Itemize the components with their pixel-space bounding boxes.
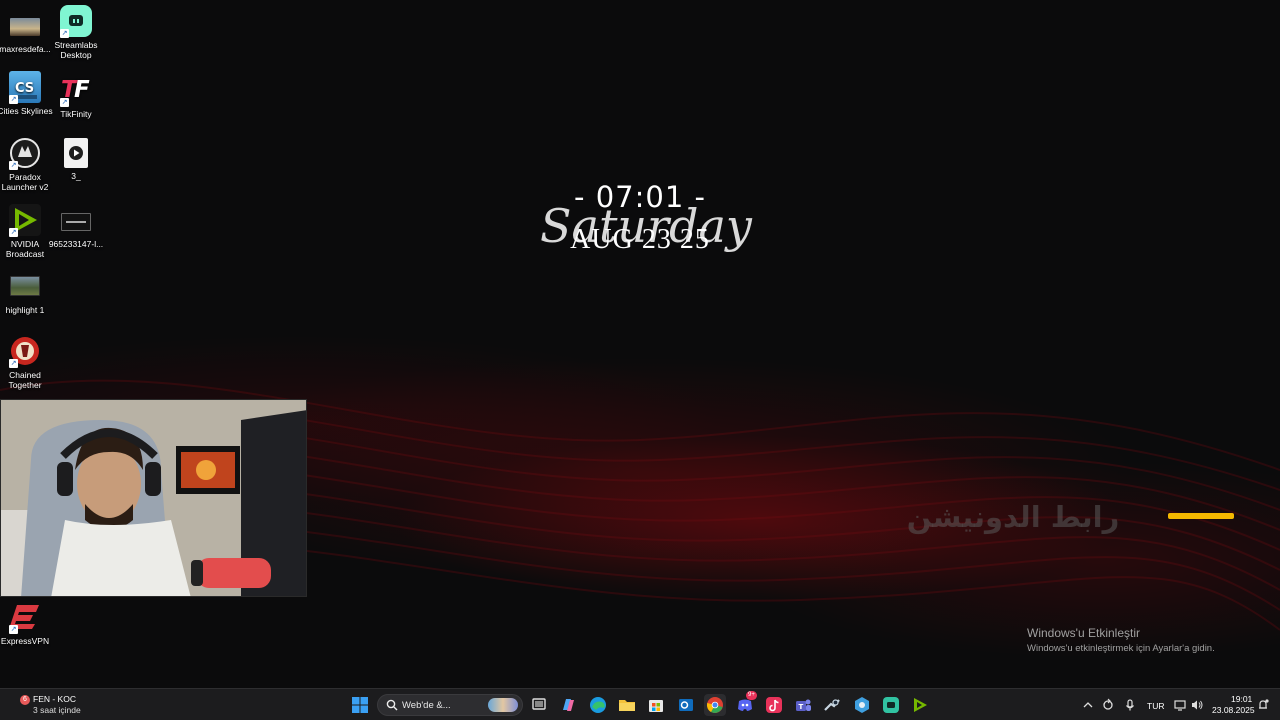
desktop-icon-tikfinity[interactable]: TF ↗ TikFinity	[46, 74, 106, 119]
activation-title: Windows'u Etkinleştir	[1027, 626, 1140, 640]
task-view-button[interactable]	[528, 694, 550, 716]
task-view-icon	[532, 698, 546, 710]
outlook-button[interactable]	[675, 694, 697, 716]
start-icon	[352, 697, 368, 713]
chevron-up-icon[interactable]	[1081, 698, 1095, 712]
desktop-icon-label: Streamlabs Desktop	[54, 40, 98, 60]
edge-icon	[590, 697, 606, 713]
desktop-icon-965233147[interactable]: 965233147-l...	[46, 207, 106, 249]
activation-subtitle: Windows'u etkinleştirmek için Ayarlar'a …	[1027, 643, 1215, 654]
svg-text:CS: CS	[15, 81, 34, 96]
clock-widget: - 07:01 - Saturday AUG 23 25	[540, 180, 752, 256]
steam-icon	[824, 699, 840, 711]
steam-button[interactable]	[821, 694, 843, 716]
search-placeholder: Web'de &...	[402, 700, 451, 711]
desktop-icon-label: Chained Together	[8, 370, 42, 390]
streamlabs-taskbar-button[interactable]	[880, 694, 902, 716]
expressvpn-icon: ↗	[9, 601, 41, 634]
tiktok-button[interactable]	[763, 694, 785, 716]
desktop-icon-label: ExpressVPN	[0, 636, 50, 646]
image-file-icon	[10, 18, 40, 36]
settings-app-button[interactable]	[851, 694, 873, 716]
start-button[interactable]	[349, 694, 371, 716]
file-explorer-icon	[619, 700, 635, 711]
nvidia-broadcast-icon: ↗	[9, 204, 41, 237]
notification-bell-icon[interactable]	[1256, 698, 1270, 712]
donation-link-text: رابط الدونيشن	[906, 500, 1120, 534]
desktop-icon-label: highlight 1	[5, 305, 45, 315]
chrome-icon	[706, 697, 723, 713]
video-file-icon	[64, 138, 88, 168]
nvidia-app-button[interactable]	[909, 694, 931, 716]
weather-widget[interactable]: 6 FEN - KOC 3 saat içinde	[18, 693, 98, 717]
windows-activation-watermark: Windows'u Etkinleştir Windows'u etkinleş…	[1027, 626, 1267, 654]
desktop-icon-label: 3_	[71, 171, 81, 181]
network-icon[interactable]	[1173, 698, 1187, 712]
taskbar-search-box[interactable]: Web'de &...	[377, 694, 523, 716]
taskbar-clock-date[interactable]: 23.08.2025	[1212, 705, 1255, 715]
copilot-icon	[563, 699, 574, 711]
streamlabs-icon: ↗	[60, 5, 92, 38]
desktop-icon-highlight-1[interactable]: highlight 1	[0, 276, 55, 315]
edge-button[interactable]	[587, 694, 609, 716]
video-thumbnail-icon	[10, 276, 40, 296]
webcam-feed-image	[1, 400, 306, 596]
language-indicator[interactable]: TUR	[1147, 701, 1164, 711]
tikfinity-icon: TF ↗	[60, 77, 90, 107]
desktop-icon-label: TikFinity	[60, 109, 92, 119]
discord-notification-badge: 9+	[746, 691, 757, 700]
desktop-icon-streamlabs[interactable]: ↗ Streamlabs Desktop	[46, 5, 106, 60]
microphone-icon[interactable]	[1123, 698, 1137, 712]
file-explorer-button[interactable]	[616, 694, 638, 716]
taskbar: 6 FEN - KOC 3 saat içinde Web'de &... 9+…	[0, 688, 1280, 720]
cities-skylines-icon: CS ↗	[9, 71, 41, 104]
microsoft-store-icon	[649, 700, 663, 712]
video-thumbnail-icon	[61, 213, 91, 231]
tiktok-icon	[766, 697, 782, 713]
nvidia-app-icon	[914, 698, 927, 712]
search-icon	[386, 699, 398, 711]
teams-button[interactable]: T	[792, 694, 814, 716]
weather-title: FEN - KOC	[33, 694, 76, 704]
microsoft-store-button[interactable]	[645, 694, 667, 716]
desktop-icon-chained-together[interactable]: ↗ Chained Together	[0, 335, 55, 390]
weather-subtitle: 3 saat içinde	[33, 705, 81, 715]
desktop-icon-label: 965233147-l...	[48, 239, 104, 249]
search-highlight-icon	[488, 698, 518, 712]
sync-icon[interactable]	[1101, 698, 1115, 712]
desktop-icon-3[interactable]: 3_	[46, 138, 106, 181]
settings-app-icon	[855, 697, 869, 713]
webcam-overlay	[0, 399, 307, 597]
discord-button[interactable]: 9+	[734, 691, 757, 716]
teams-icon: T	[796, 699, 811, 711]
svg-text:F: F	[74, 77, 90, 102]
svg-text:T: T	[799, 703, 804, 711]
accent-bar	[1168, 513, 1234, 519]
volume-icon[interactable]	[1190, 698, 1204, 712]
taskbar-clock-time[interactable]: 19:01	[1231, 694, 1252, 704]
paradox-launcher-icon: ↗	[9, 137, 41, 170]
weather-alert-icon: 6	[20, 695, 30, 705]
copilot-button[interactable]	[557, 694, 579, 716]
outlook-icon	[679, 699, 693, 711]
streamlabs-icon	[883, 697, 899, 713]
chained-together-icon: ↗	[9, 335, 41, 368]
desktop-icon-expressvpn[interactable]: ↗ ExpressVPN	[0, 601, 55, 646]
chrome-button[interactable]	[704, 694, 726, 716]
